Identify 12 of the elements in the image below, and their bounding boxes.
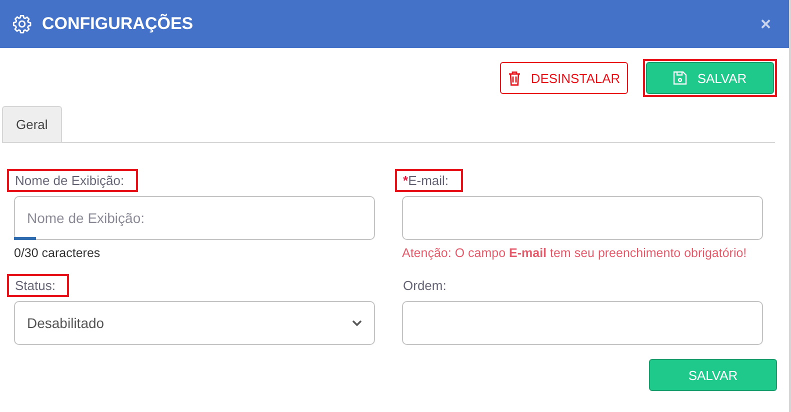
error-message: Atenção: O campo E-mail tem seu preenchimento obrigatório! [402,246,748,260]
field-label: Ordem: [402,277,448,295]
select-field[interactable]: Desabilitado [14,301,375,345]
window-title: CONFIGURAÇÕES [42,14,194,34]
field-label: *E-mail: [395,169,463,192]
input-field[interactable]: Nome de Exibição: [14,196,375,240]
field-label: Status: [7,274,70,297]
uninstall-button[interactable]: DESINSTALAR [500,62,628,94]
field-label: Nome de Exibição: [7,169,138,192]
tab[interactable]: Geral [2,106,62,142]
close-button[interactable]: × [754,14,777,34]
character-counter: 0/30 caracteres [14,246,102,260]
